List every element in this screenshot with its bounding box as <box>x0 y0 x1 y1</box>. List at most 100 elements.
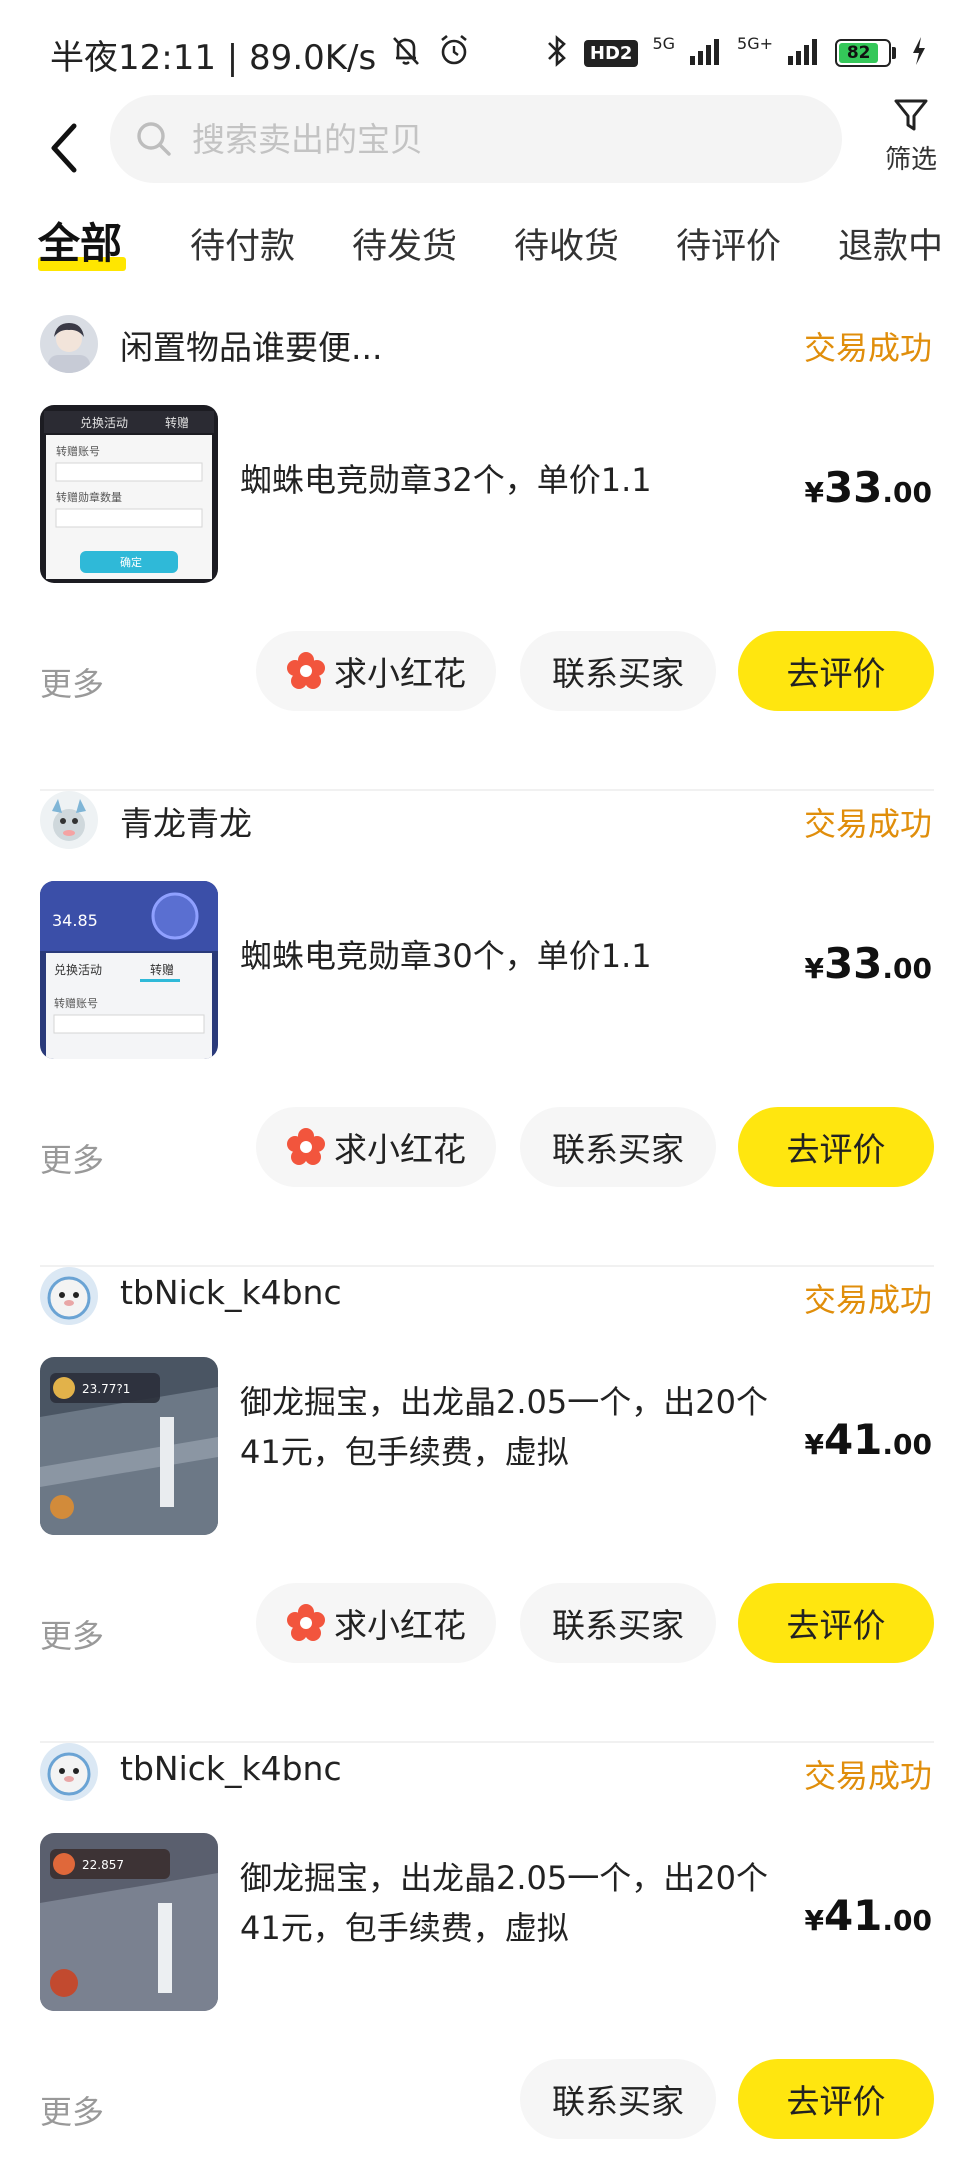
red-flower-icon <box>287 1128 325 1165</box>
item-price: ¥33.00 <box>804 463 932 512</box>
status-bar: 半夜12:11 | 89.0K/s HD2 5G 5G+ 82 <box>0 0 972 110</box>
order-status: 交易成功 <box>803 1757 932 1795</box>
order-card: 青龙青龙 交易成功 34.85 兑换活动 转赠 转赠账号 蜘蛛电竞勋章30个，单… <box>0 791 972 1267</box>
alarm-icon <box>436 32 472 77</box>
price-integer: 33 <box>823 463 883 512</box>
price-currency: ¥ <box>804 1428 824 1461</box>
filter-label: 筛选 <box>884 145 937 175</box>
contact-buyer-button[interactable]: 联系买家 <box>520 2059 716 2139</box>
item-title[interactable]: 蜘蛛电竞勋章32个，单价1.1 <box>240 455 780 505</box>
ask-flower-label: 求小红花 <box>334 654 466 693</box>
buyer-name[interactable]: 闲置物品谁要便... <box>120 321 382 369</box>
item-thumbnail[interactable]: 兑换活动 转赠 转赠账号 转赠勋章数量 确定 <box>40 405 218 583</box>
buyer-avatar[interactable] <box>40 1267 98 1325</box>
thumb-text: 兑换活动 <box>54 963 102 977</box>
order-card: tbNick_k4bnc 交易成功 22.857 御龙掘宝，出龙晶2.05一个，… <box>0 1743 972 2160</box>
back-button[interactable] <box>36 113 92 183</box>
back-arrow-icon <box>51 123 77 173</box>
battery-percent: 82 <box>846 43 871 63</box>
thumb-text: 确定 <box>120 555 142 569</box>
thumb-text: 22.857 <box>82 1858 124 1872</box>
price-currency: ¥ <box>804 476 824 509</box>
item-thumbnail[interactable]: 23.77?1 <box>40 1357 218 1535</box>
red-flower-icon <box>287 652 325 689</box>
order-card: tbNick_k4bnc 交易成功 23.77?1 御龙掘宝，出龙晶2.05一个… <box>0 1267 972 1743</box>
ask-flower-label: 求小红花 <box>334 1130 466 1169</box>
buyer-name[interactable]: 青龙青龙 <box>120 797 252 845</box>
tab-all[interactable]: 全部 <box>38 210 122 271</box>
signal-icon <box>689 36 723 70</box>
order-card: 闲置物品谁要便... 交易成功 兑换活动 转赠 转赠账号 转赠勋章数量 确定 蜘… <box>0 315 972 791</box>
charging-icon <box>910 36 928 70</box>
price-decimal: .00 <box>882 952 932 985</box>
price-integer: 41 <box>823 1415 883 1464</box>
buyer-avatar[interactable] <box>40 1743 98 1801</box>
bluetooth-icon <box>544 34 570 72</box>
tab-pending-receipt[interactable]: 待收货 <box>514 218 619 269</box>
thumb-text: 23.77?1 <box>82 1382 130 1396</box>
tab-pending-payment[interactable]: 待付款 <box>190 218 295 269</box>
status-left: 半夜12:11 | 89.0K/s <box>50 30 472 79</box>
search-input[interactable] <box>192 119 752 159</box>
item-title[interactable]: 御龙掘宝，出龙晶2.05一个，出20个41元，包手续费，虚拟 <box>240 1377 780 1477</box>
search-icon <box>137 122 171 156</box>
review-button[interactable]: 去评价 <box>738 2059 934 2139</box>
thumb-text: 转赠 <box>165 415 189 430</box>
buyer-avatar[interactable] <box>40 791 98 849</box>
item-price: ¥41.00 <box>804 1415 932 1464</box>
network-label-2: 5G+ <box>737 33 773 53</box>
battery-fill: 82 <box>839 43 879 63</box>
item-price: ¥33.00 <box>804 939 932 988</box>
filter-button[interactable]: 筛选 <box>870 95 952 185</box>
contact-buyer-button[interactable]: 联系买家 <box>520 1583 716 1663</box>
contact-buyer-button[interactable]: 联系买家 <box>520 631 716 711</box>
status-right: HD2 5G 5G+ 82 <box>544 34 928 72</box>
thumb-text: 34.85 <box>52 911 98 930</box>
header: 筛选 <box>0 95 972 205</box>
buyer-avatar[interactable] <box>40 315 98 373</box>
battery-indicator: 82 <box>835 39 896 67</box>
thumb-text: 转赠账号 <box>54 996 98 1010</box>
price-currency: ¥ <box>804 952 824 985</box>
item-price: ¥41.00 <box>804 1891 932 1940</box>
more-link[interactable]: 更多 <box>40 659 104 705</box>
price-integer: 41 <box>823 1891 883 1940</box>
signal-icon <box>787 36 821 70</box>
item-thumbnail[interactable]: 34.85 兑换活动 转赠 转赠账号 <box>40 881 218 1059</box>
filter-icon <box>894 99 928 131</box>
item-thumbnail[interactable]: 22.857 <box>40 1833 218 2011</box>
price-decimal: .00 <box>882 476 932 509</box>
item-title[interactable]: 蜘蛛电竞勋章30个，单价1.1 <box>240 931 780 981</box>
ask-flower-button[interactable]: 求小红花 <box>256 1583 496 1663</box>
more-link[interactable]: 更多 <box>40 2087 104 2133</box>
tab-refunding[interactable]: 退款中 <box>838 218 943 269</box>
search-box[interactable] <box>110 95 842 183</box>
price-currency: ¥ <box>804 1904 824 1937</box>
hd-badge: HD2 <box>583 39 639 67</box>
tab-pending-review[interactable]: 待评价 <box>676 218 781 269</box>
thumb-text: 兑换活动 <box>80 416 128 430</box>
review-button[interactable]: 去评价 <box>738 1107 934 1187</box>
order-tabs: 全部 待付款 待发货 待收货 待评价 退款中 <box>0 212 972 282</box>
ask-flower-button[interactable]: 求小红花 <box>256 1107 496 1187</box>
ask-flower-label: 求小红花 <box>334 1606 466 1645</box>
more-link[interactable]: 更多 <box>40 1611 104 1657</box>
ask-flower-button[interactable]: 求小红花 <box>256 631 496 711</box>
mute-bell-icon <box>388 32 424 77</box>
tab-pending-shipment[interactable]: 待发货 <box>352 218 457 269</box>
buyer-name[interactable]: tbNick_k4bnc <box>120 1749 342 1788</box>
price-integer: 33 <box>823 939 883 988</box>
thumb-text: 转赠 <box>150 962 174 977</box>
buyer-name[interactable]: tbNick_k4bnc <box>120 1273 342 1312</box>
more-link[interactable]: 更多 <box>40 1135 104 1181</box>
item-title[interactable]: 御龙掘宝，出龙晶2.05一个，出20个41元，包手续费，虚拟 <box>240 1853 780 1953</box>
network-label-1: 5G <box>652 33 676 53</box>
order-status: 交易成功 <box>803 329 932 367</box>
review-button[interactable]: 去评价 <box>738 631 934 711</box>
thumb-text: 转赠勋章数量 <box>56 490 122 504</box>
thumb-text: 转赠账号 <box>56 444 100 458</box>
price-decimal: .00 <box>882 1428 932 1461</box>
review-button[interactable]: 去评价 <box>738 1583 934 1663</box>
contact-buyer-button[interactable]: 联系买家 <box>520 1107 716 1187</box>
order-status: 交易成功 <box>803 1281 932 1319</box>
